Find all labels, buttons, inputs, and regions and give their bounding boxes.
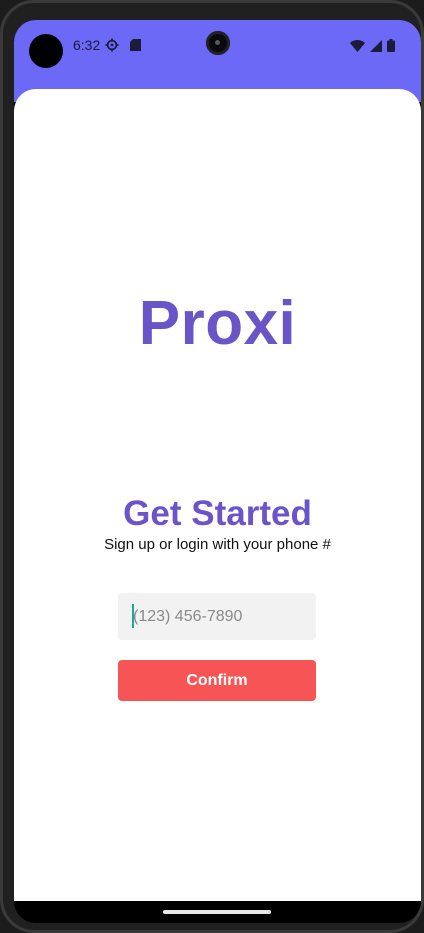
navigation-bar	[14, 901, 421, 923]
phone-frame: 6:32 Proxi Get Started Sign up or login …	[0, 0, 424, 933]
cell-signal-icon	[370, 39, 382, 52]
wifi-icon	[350, 39, 365, 52]
camera-cutout-icon	[29, 34, 63, 68]
confirm-button[interactable]: Confirm	[118, 660, 316, 701]
sd-card-icon	[130, 39, 141, 51]
status-icons	[350, 39, 395, 52]
page-title: Get Started	[123, 494, 312, 533]
home-indicator[interactable]	[163, 910, 271, 914]
page-subtitle: Sign up or login with your phone #	[104, 536, 331, 553]
app-content: Proxi Get Started Sign up or login with …	[14, 89, 421, 901]
settings-gear-icon	[105, 38, 119, 52]
status-time: 6:32	[73, 37, 101, 53]
battery-icon	[387, 39, 395, 52]
phone-number-input[interactable]	[118, 593, 316, 640]
app-logo: Proxi	[138, 289, 297, 358]
device-screen: 6:32 Proxi Get Started Sign up or login …	[14, 20, 421, 923]
text-cursor	[132, 604, 134, 628]
punch-hole-camera-icon	[206, 31, 230, 55]
